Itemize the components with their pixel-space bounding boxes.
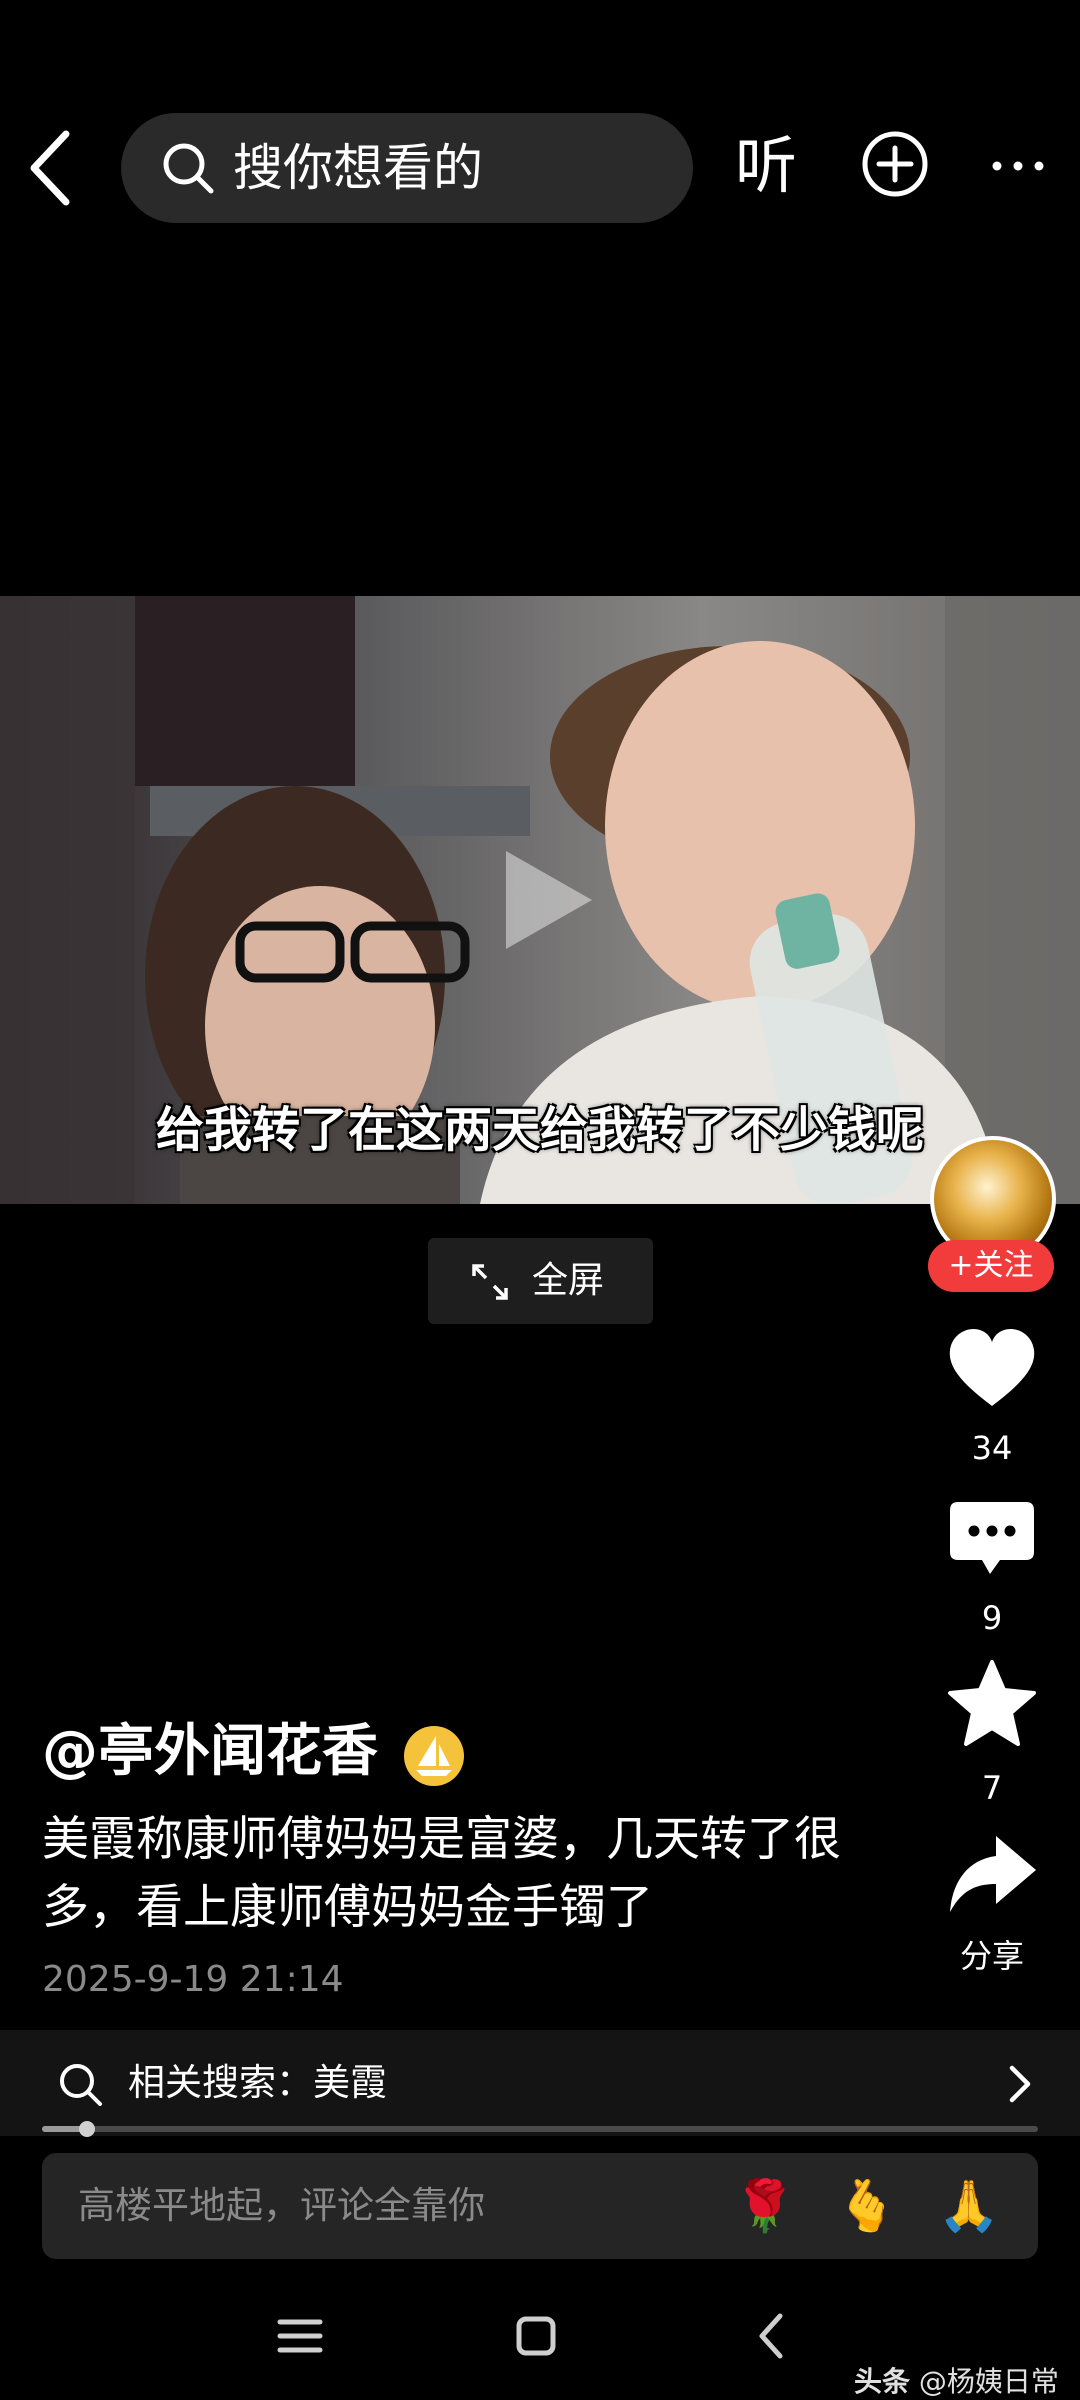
fullscreen-label: 全屏 xyxy=(532,1260,605,1301)
author-name[interactable]: @亭外闻花香 xyxy=(42,1716,378,1788)
share-label: 分享 xyxy=(959,1937,1024,1975)
post-timestamp: 2025-9-19 21:14 xyxy=(42,1959,344,2000)
related-search-label: 相关搜索：美霞 xyxy=(128,2061,387,2104)
nav-back-button[interactable] xyxy=(742,2306,802,2366)
like-button[interactable] xyxy=(946,1322,1038,1414)
like-count: 34 xyxy=(971,1429,1013,1467)
plus-circle-icon xyxy=(862,131,928,197)
square-home-icon xyxy=(516,2316,556,2356)
chevron-left-icon xyxy=(759,2313,783,2359)
back-button[interactable] xyxy=(18,120,90,216)
share-button[interactable] xyxy=(946,1828,1038,1920)
related-search-bar[interactable]: 相关搜索：美霞 xyxy=(0,2030,1080,2136)
verified-badge xyxy=(402,1724,466,1788)
back-arrow-icon xyxy=(30,130,70,206)
video-progress-knob[interactable] xyxy=(78,2121,95,2137)
sailboat-badge-icon xyxy=(404,1726,464,1786)
listen-button[interactable]: 听 xyxy=(735,124,797,208)
search-placeholder: 搜你想看的 xyxy=(233,139,483,197)
menu-lines-icon xyxy=(277,2319,323,2353)
comment-button[interactable] xyxy=(946,1494,1038,1586)
comment-count: 9 xyxy=(981,1599,1003,1637)
finger-heart-emoji-button[interactable]: 🫰 xyxy=(834,2173,900,2239)
comment-input[interactable]: 高楼平地起，评论全靠你 🌹 🫰 🙏 xyxy=(42,2153,1038,2259)
search-icon xyxy=(163,143,214,194)
nav-home-button[interactable] xyxy=(506,2306,566,2366)
add-button[interactable] xyxy=(859,128,931,200)
heart-icon xyxy=(949,1328,1035,1406)
more-button[interactable] xyxy=(985,130,1051,196)
fullscreen-button[interactable]: 全屏 xyxy=(428,1238,653,1324)
more-dots-icon xyxy=(992,161,1044,171)
comment-bubble-icon xyxy=(950,1502,1034,1574)
star-icon xyxy=(948,1660,1036,1746)
nav-recents-button[interactable] xyxy=(270,2306,330,2366)
watermark-account: @杨姨日常 xyxy=(918,2365,1059,2398)
play-icon xyxy=(506,851,592,949)
search-icon xyxy=(60,2064,102,2106)
video-progress-track[interactable] xyxy=(42,2126,1038,2132)
search-bar[interactable]: 搜你想看的 xyxy=(121,113,693,223)
share-arrow-icon xyxy=(950,1836,1036,1912)
follow-button[interactable]: +关注 xyxy=(928,1240,1054,1292)
video-subtitle: 给我转了在这两天给我转了不少钱呢 xyxy=(155,1102,924,1158)
rose-emoji-button[interactable]: 🌹 xyxy=(732,2173,798,2239)
favorite-count: 7 xyxy=(981,1769,1003,1807)
favorite-button[interactable] xyxy=(946,1658,1038,1750)
watermark-app: 头条 xyxy=(854,2365,911,2398)
pray-emoji-button[interactable]: 🙏 xyxy=(936,2173,1002,2239)
post-description: 美霞称康师傅妈妈是富婆，几天转了很多，看上康师傅妈妈金手镯了 xyxy=(42,1812,841,1935)
chevron-right-icon xyxy=(1009,2065,1031,2103)
comment-placeholder: 高楼平地起，评论全靠你 xyxy=(78,2184,485,2227)
watermark: 头条 @杨姨日常 xyxy=(854,2364,1059,2400)
expand-icon xyxy=(472,1264,508,1300)
